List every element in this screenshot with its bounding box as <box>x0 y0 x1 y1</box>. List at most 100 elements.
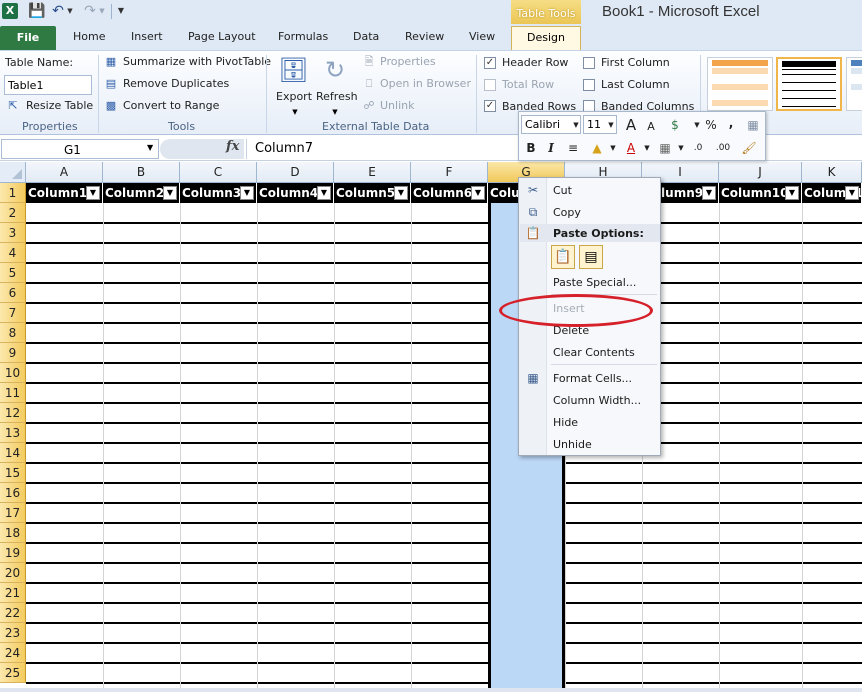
row-header[interactable]: 3 <box>0 223 26 243</box>
row-header[interactable]: 10 <box>0 363 26 383</box>
tab-design[interactable]: Design <box>511 26 581 50</box>
row-header[interactable]: 7 <box>0 303 26 323</box>
tab-page-layout[interactable]: Page Layout <box>188 30 256 43</box>
open-in-browser-button[interactable]: Open in Browser <box>380 77 471 90</box>
menu-item-column-width[interactable]: Column Width... <box>553 394 641 407</box>
menu-item-format-cells[interactable]: Format Cells... <box>553 372 632 385</box>
row-header[interactable]: 8 <box>0 323 26 343</box>
row-header[interactable]: 20 <box>0 563 26 583</box>
center-align-icon[interactable]: ≡ <box>565 139 581 157</box>
name-box[interactable]: G1 ▼ <box>1 139 159 159</box>
column-header-b[interactable]: B <box>103 162 180 183</box>
customize-qat-icon[interactable]: ▼ <box>116 3 126 19</box>
row-header[interactable]: 25 <box>0 663 26 683</box>
filter-dropdown-icon[interactable]: ▼ <box>86 186 100 200</box>
decrease-decimal-button[interactable]: .00 <box>711 139 735 157</box>
bold-button[interactable]: B <box>523 139 539 157</box>
paste-values-icon[interactable]: ▤ <box>579 245 603 269</box>
tab-home[interactable]: Home <box>73 30 105 43</box>
table-header-cell[interactable]: Column5 ▼ <box>334 183 411 203</box>
grow-font-button[interactable]: A <box>623 116 639 134</box>
borders-icon[interactable]: ▦ <box>657 139 673 157</box>
row-header[interactable]: 13 <box>0 423 26 443</box>
row-header[interactable]: 21 <box>0 583 26 603</box>
filter-dropdown-icon[interactable]: ▼ <box>394 186 408 200</box>
horizontal-scrollbar[interactable] <box>0 688 862 692</box>
resize-table-button[interactable]: Resize Table <box>26 99 93 112</box>
row-header[interactable]: 18 <box>0 523 26 543</box>
comma-button[interactable]: , <box>723 114 739 132</box>
increase-decimal-button[interactable]: .0 <box>687 139 709 157</box>
column-header-f[interactable]: F <box>411 162 488 183</box>
row-header[interactable]: 9 <box>0 343 26 363</box>
redo-icon[interactable]: ↷ <box>82 3 98 19</box>
menu-item-unhide[interactable]: Unhide <box>553 438 592 451</box>
row-header[interactable]: 6 <box>0 283 26 303</box>
row-header[interactable]: 12 <box>0 403 26 423</box>
menu-item-clear-contents[interactable]: Clear Contents <box>553 346 635 359</box>
row-header[interactable]: 5 <box>0 263 26 283</box>
refresh-button[interactable]: Refresh <box>316 90 358 103</box>
tab-insert[interactable]: Insert <box>131 30 163 43</box>
currency-button[interactable]: $ <box>667 116 683 134</box>
column-header-a[interactable]: A <box>26 162 103 183</box>
export-button[interactable]: Export <box>276 90 312 103</box>
tab-formulas[interactable]: Formulas <box>278 30 328 43</box>
filter-dropdown-icon[interactable]: ▼ <box>702 186 716 200</box>
table-header-cell[interactable]: Column2 ▼ <box>103 183 180 203</box>
row-header[interactable]: 19 <box>0 543 26 563</box>
font-color-button[interactable]: A <box>623 139 639 157</box>
table-style-black-selected[interactable] <box>776 57 842 111</box>
save-icon[interactable]: 💾 <box>28 3 45 19</box>
filter-dropdown-icon[interactable]: ▼ <box>317 186 331 200</box>
redo-dropdown-icon[interactable]: ▼ <box>98 3 106 19</box>
filter-dropdown-icon[interactable]: ▼ <box>471 186 485 200</box>
row-header[interactable]: 4 <box>0 243 26 263</box>
undo-dropdown-icon[interactable]: ▼ <box>66 3 74 19</box>
summarize-pivottable-button[interactable]: Summarize with PivotTable <box>123 55 271 68</box>
italic-button[interactable]: I <box>543 139 559 157</box>
column-header-d[interactable]: D <box>257 162 334 183</box>
row-header[interactable]: 11 <box>0 383 26 403</box>
filter-dropdown-icon[interactable]: ▼ <box>845 186 859 200</box>
column-header-e[interactable]: E <box>334 162 411 183</box>
table-header-cell[interactable]: Column10 ▼ <box>719 183 802 203</box>
row-header[interactable]: 1 <box>0 183 26 203</box>
first-column-checkbox[interactable] <box>583 57 595 69</box>
remove-duplicates-button[interactable]: Remove Duplicates <box>123 77 229 90</box>
row-header[interactable]: 24 <box>0 643 26 663</box>
properties-button[interactable]: Properties <box>380 55 436 68</box>
column-header-k[interactable]: K <box>802 162 862 183</box>
select-all-corner[interactable] <box>0 162 26 183</box>
tab-data[interactable]: Data <box>353 30 379 43</box>
worksheet-grid[interactable]: ABCDEFGHIJK 1 2 3 4 5 6 7 8 9 10 11 12 13 14 15 16 17 18 1… <box>0 162 862 692</box>
last-column-checkbox[interactable] <box>583 79 595 91</box>
name-box-dropdown-icon[interactable]: ▼ <box>147 143 153 152</box>
menu-item-copy[interactable]: Copy <box>553 206 581 219</box>
unlink-button[interactable]: Unlink <box>380 99 414 112</box>
table-header-cell[interactable]: Column1 ▼ <box>26 183 103 203</box>
font-color-dropdown-icon[interactable]: ▼ <box>639 139 655 157</box>
banded-rows-checkbox[interactable]: ✓ <box>484 100 496 112</box>
row-header[interactable]: 2 <box>0 203 26 223</box>
tab-file[interactable]: File <box>0 26 56 50</box>
fill-color-dropdown-icon[interactable]: ▼ <box>605 139 621 157</box>
shrink-font-button[interactable]: A <box>643 118 659 136</box>
percent-button[interactable]: % <box>703 116 719 134</box>
tab-view[interactable]: View <box>469 30 495 43</box>
row-header[interactable]: 15 <box>0 463 26 483</box>
table-name-input[interactable]: Table1 <box>4 75 92 95</box>
format-painter-grid-icon[interactable]: ▦ <box>745 116 761 134</box>
table-header-cell[interactable]: Column11▼ <box>802 183 862 203</box>
paste-keep-formatting-icon[interactable]: 📋 <box>551 245 575 269</box>
fill-color-icon[interactable]: ▲ <box>589 139 605 157</box>
convert-to-range-button[interactable]: Convert to Range <box>123 99 219 112</box>
format-painter-icon[interactable]: 🖌 <box>741 139 757 157</box>
excel-logo-icon[interactable]: X <box>2 3 18 19</box>
insert-function-icon[interactable]: fx <box>226 139 239 154</box>
table-header-cell[interactable]: Column3 ▼ <box>180 183 257 203</box>
table-header-cell[interactable]: Column6 ▼ <box>411 183 488 203</box>
table-style-blue[interactable] <box>846 57 862 111</box>
row-header[interactable]: 16 <box>0 483 26 503</box>
undo-icon[interactable]: ↶ <box>50 3 66 19</box>
